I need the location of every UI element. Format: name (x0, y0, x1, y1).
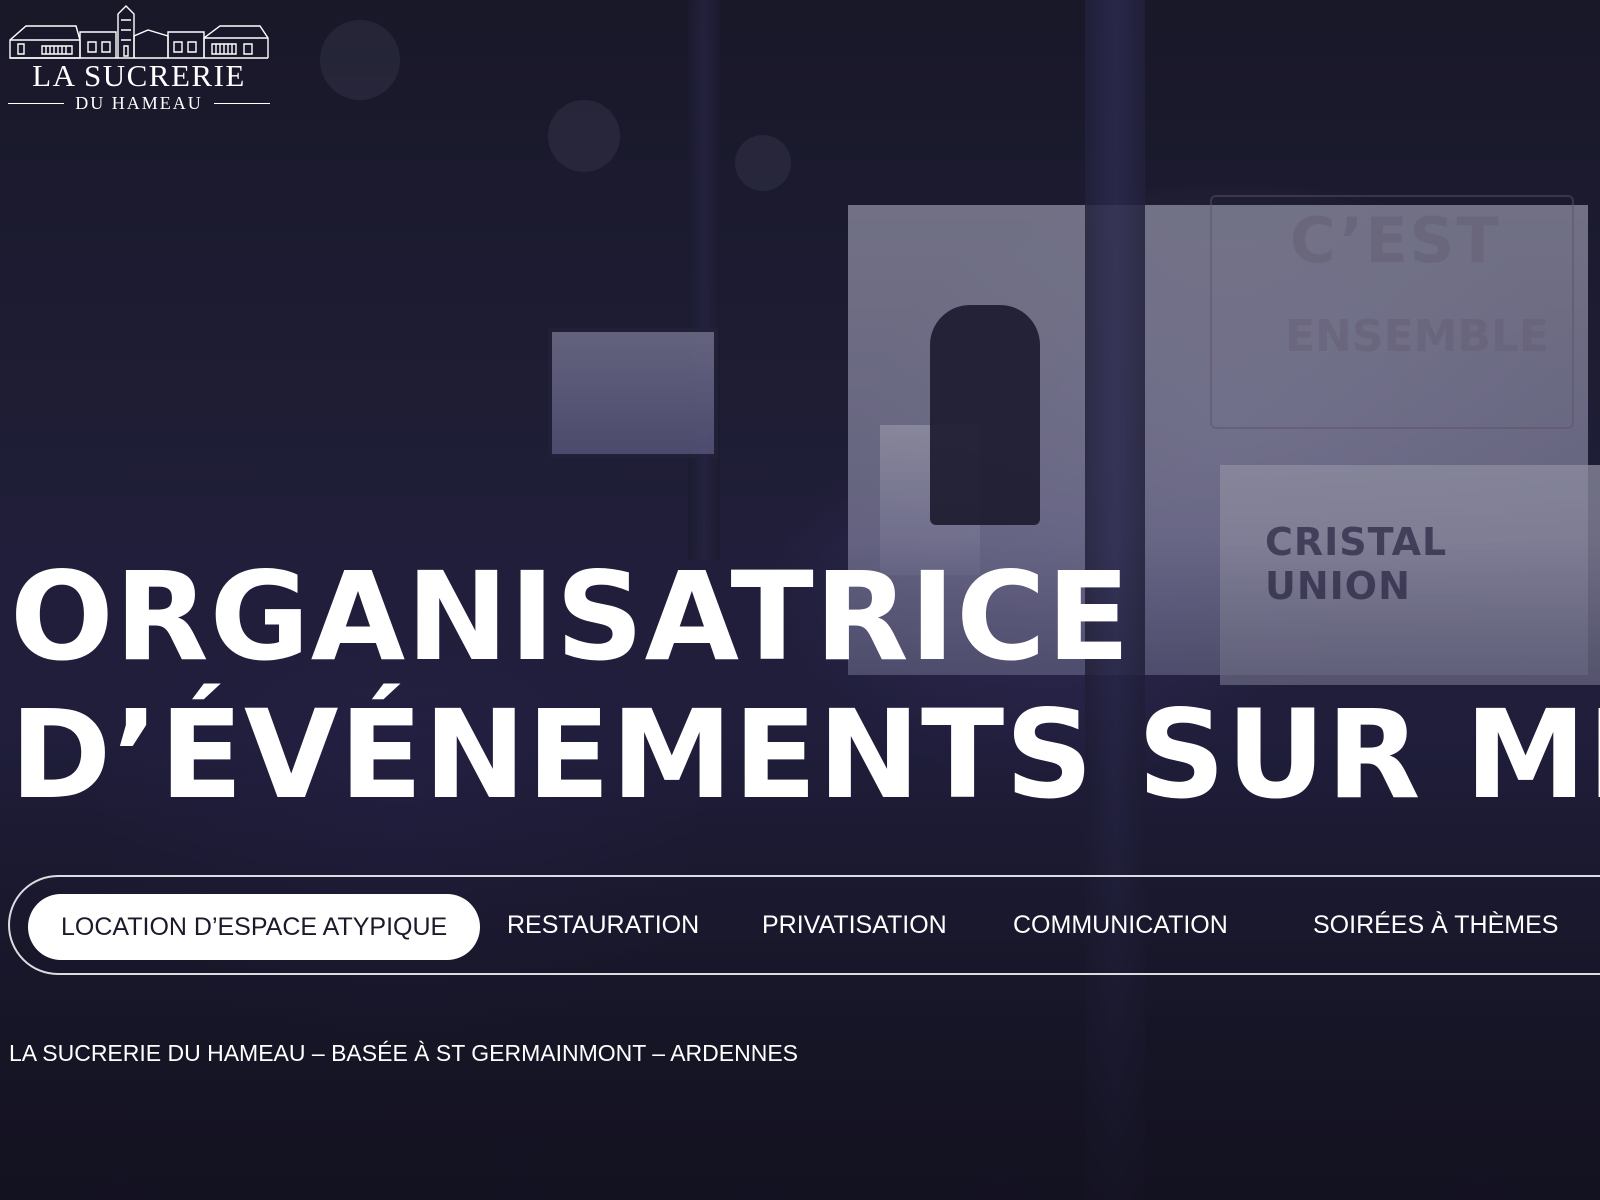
nav-item-restauration[interactable]: RESTAURATION (507, 877, 699, 973)
services-nav: LOCATION D’ESPACE ATYPIQUE RESTAURATION … (8, 875, 1600, 975)
logo-divider (214, 103, 270, 104)
building-logo-icon (9, 5, 269, 59)
headline-line-2: D’ÉVÉNEMENTS SUR MESURE (10, 684, 1600, 824)
nav-item-communication[interactable]: COMMUNICATION (1013, 877, 1228, 973)
nav-item-location-espace[interactable]: LOCATION D’ESPACE ATYPIQUE (28, 894, 481, 960)
logo-title: LA SUCRERIE (32, 58, 246, 93)
hero-headline: ORGANISATRICE D’ÉVÉNEMENTS SUR MESURE (10, 548, 1600, 824)
hero-section: C’EST ENSEMBLE CRISTAL UNION (0, 0, 1600, 1200)
headline-line-1: ORGANISATRICE (10, 548, 1131, 688)
nav-item-soirees-themes[interactable]: SOIRÉES À THÈMES (1313, 877, 1558, 973)
nav-item-privatisation[interactable]: PRIVATISATION (762, 877, 947, 973)
location-tagline: LA SUCRERIE DU HAMEAU – BASÉE À ST GERMA… (9, 1040, 799, 1066)
site-logo[interactable]: LA SUCRERIE DU HAMEAU (8, 2, 270, 114)
